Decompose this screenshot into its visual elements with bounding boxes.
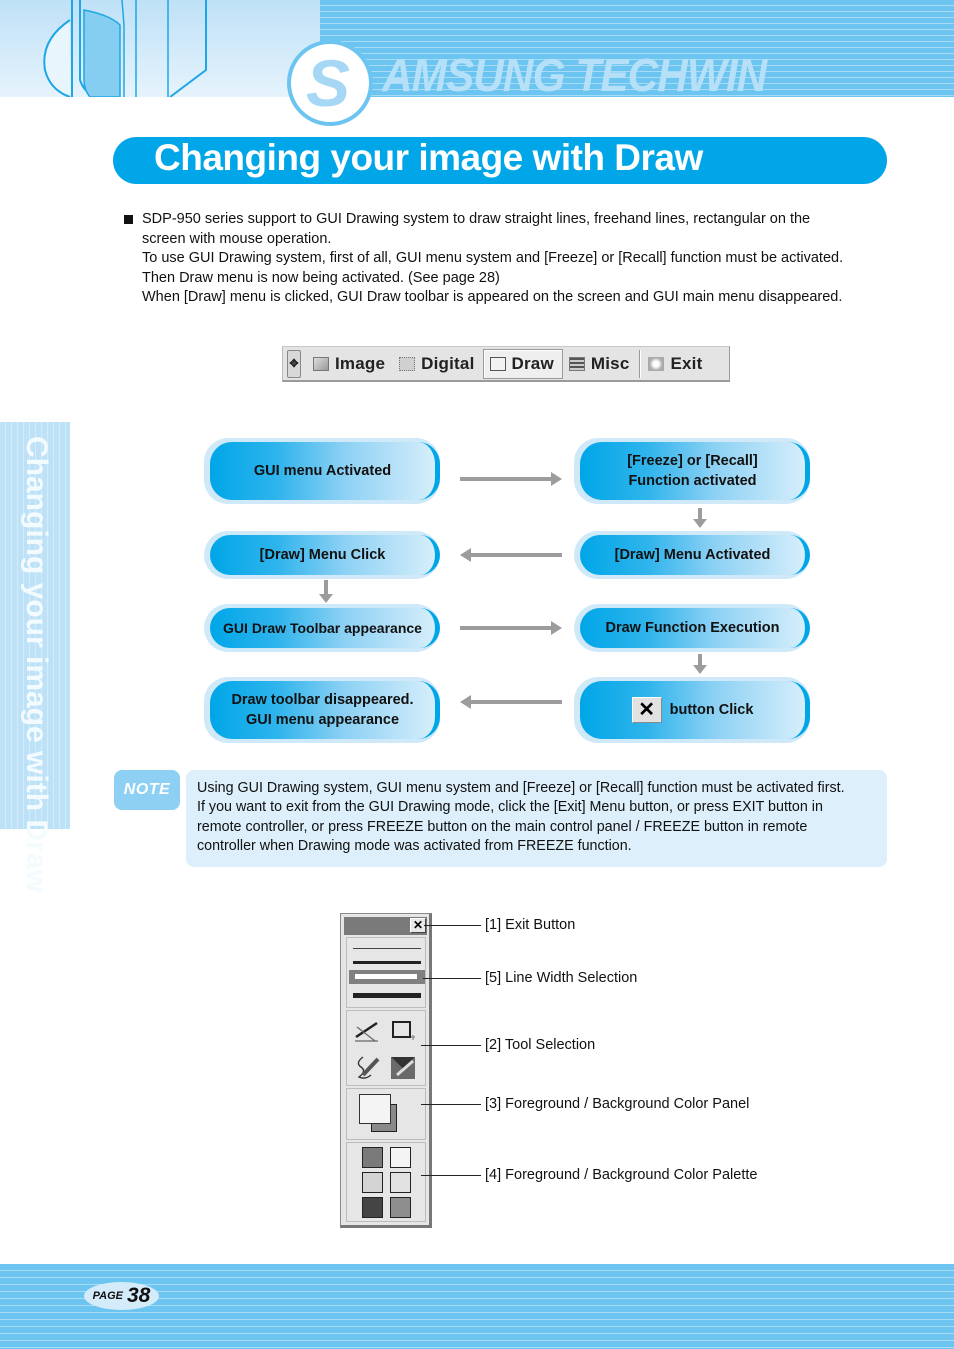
flow-step-x-button-click: ✕ button Click bbox=[574, 677, 810, 743]
flow-step-draw-toolbar-disappeared: Draw toolbar disappeared. GUI menu appea… bbox=[204, 677, 440, 743]
callout-line bbox=[421, 1175, 481, 1176]
flow-arrow-right bbox=[460, 472, 562, 486]
palette-swatch[interactable] bbox=[362, 1147, 383, 1168]
menu-item-image[interactable]: Image bbox=[307, 349, 393, 379]
flow-arrow-down bbox=[693, 508, 707, 528]
callout-exit-button: [1] Exit Button bbox=[485, 917, 576, 933]
foreground-color-swatch[interactable] bbox=[359, 1094, 391, 1124]
eraser-tool-icon[interactable] bbox=[389, 1053, 417, 1081]
menu-item-draw[interactable]: Draw bbox=[482, 348, 563, 379]
header-art-panel bbox=[0, 0, 322, 97]
line-width-medium[interactable] bbox=[353, 961, 421, 964]
flow-step-draw-menu-activated: [Draw] Menu Activated bbox=[574, 531, 810, 579]
callout-color-palette: [4] Foreground / Background Color Palett… bbox=[485, 1167, 758, 1183]
color-palette-section bbox=[346, 1142, 426, 1222]
camera-illustration-icon bbox=[43, 0, 207, 97]
flow-step-draw-menu-click: [Draw] Menu Click bbox=[204, 531, 440, 579]
misc-icon bbox=[568, 356, 585, 371]
exit-icon bbox=[648, 356, 665, 371]
page-number-badge: PAGE 38 bbox=[84, 1282, 159, 1310]
note-line: remote controller, or press FREEZE butto… bbox=[197, 818, 808, 835]
flow-step-label: Function activated bbox=[628, 473, 757, 489]
flow-step-label: [Draw] Menu Activated bbox=[614, 547, 771, 563]
image-icon bbox=[313, 356, 329, 371]
line-width-section bbox=[346, 937, 426, 1008]
menu-item-label: Misc bbox=[590, 353, 630, 373]
note-line: Using GUI Drawing system, GUI menu syste… bbox=[197, 780, 845, 796]
intro-line: To use GUI Drawing system, first of all,… bbox=[142, 250, 844, 266]
callout-line bbox=[421, 1045, 481, 1046]
page-word: PAGE bbox=[92, 1290, 123, 1302]
rectangle-tool-icon[interactable] bbox=[389, 1017, 417, 1045]
palette-swatch[interactable] bbox=[390, 1147, 411, 1168]
menu-item-misc[interactable]: Misc bbox=[563, 349, 638, 379]
brand-name: AMSUNG TECHWIN bbox=[382, 49, 767, 101]
intro-line: SDP-950 series support to GUI Drawing sy… bbox=[142, 211, 811, 227]
flow-arrow-left bbox=[460, 548, 562, 562]
intro-line: When [Draw] menu is clicked, GUI Draw to… bbox=[142, 289, 843, 305]
callout-color-panel: [3] Foreground / Background Color Panel bbox=[485, 1096, 750, 1112]
note-badge: NOTE bbox=[114, 770, 180, 810]
callout-line bbox=[421, 1104, 481, 1105]
gui-draw-toolbar: ✕ bbox=[340, 913, 432, 1228]
callout-tool-selection: [2] Tool Selection bbox=[485, 1037, 596, 1053]
side-tab-label: Changing your image with Draw bbox=[20, 436, 53, 893]
flow-step-gui-draw-toolbar-appearance: GUI Draw Toolbar appearance bbox=[204, 604, 440, 652]
palette-swatch[interactable] bbox=[362, 1172, 383, 1193]
line-width-selected[interactable] bbox=[349, 970, 425, 984]
gui-menu-bar: ✥ Image Digital Draw Misc Exit bbox=[282, 346, 730, 382]
note-line: If you want to exit from the GUI Drawing… bbox=[197, 799, 823, 816]
menu-item-label: Digital bbox=[421, 353, 475, 373]
callout-line bbox=[423, 978, 481, 979]
menu-item-label: Exit bbox=[670, 353, 703, 373]
flow-arrow-left bbox=[460, 695, 562, 709]
callout-line-width-selection: [5] Line Width Selection bbox=[485, 970, 638, 986]
close-x-icon: ✕ bbox=[631, 697, 662, 723]
page-title: Changing your image with Draw bbox=[154, 137, 703, 178]
digital-icon bbox=[399, 356, 416, 371]
move-handle-icon[interactable]: ✥ bbox=[287, 349, 301, 378]
palette-swatch[interactable] bbox=[390, 1197, 411, 1218]
flow-step-draw-function-execution: Draw Function Execution bbox=[574, 604, 810, 652]
line-tool-icon[interactable] bbox=[353, 1017, 381, 1045]
toolbar-title-bar[interactable]: ✕ bbox=[344, 917, 427, 935]
intro-paragraph: SDP-950 series support to GUI Drawing sy… bbox=[124, 210, 904, 308]
note-box: Using GUI Drawing system, GUI menu syste… bbox=[186, 770, 887, 867]
flow-arrow-down bbox=[693, 654, 707, 674]
flow-step-label: [Freeze] or [Recall] bbox=[627, 453, 758, 469]
flow-arrow-down bbox=[319, 580, 333, 603]
flow-step-label: Draw toolbar disappeared. bbox=[231, 692, 414, 708]
menu-item-label: Image bbox=[335, 353, 386, 373]
menu-separator bbox=[639, 349, 641, 378]
draw-icon bbox=[489, 356, 506, 371]
flow-step-gui-menu-activated: GUI menu Activated bbox=[204, 438, 440, 504]
tool-selection-section bbox=[346, 1010, 426, 1086]
flow-arrow-right bbox=[460, 621, 562, 635]
page-number: 38 bbox=[127, 1284, 151, 1307]
callout-line bbox=[424, 925, 481, 926]
menu-item-digital[interactable]: Digital bbox=[393, 349, 482, 379]
square-bullet-icon bbox=[124, 215, 133, 224]
flow-step-label: GUI Draw Toolbar appearance bbox=[223, 620, 422, 636]
freehand-tool-icon[interactable] bbox=[353, 1053, 381, 1081]
flow-step-freeze-recall-activated: [Freeze] or [Recall] Function activated bbox=[574, 438, 810, 504]
line-width-thin[interactable] bbox=[353, 948, 421, 949]
menu-item-exit[interactable]: Exit bbox=[642, 349, 710, 379]
line-width-thick[interactable] bbox=[353, 993, 421, 998]
flow-step-label: button Click bbox=[669, 702, 754, 718]
color-panel-section bbox=[346, 1088, 426, 1140]
note-line: controller when Drawing mode was activat… bbox=[197, 837, 632, 854]
flow-step-label: GUI menu Activated bbox=[253, 463, 392, 479]
flow-step-label: GUI menu appearance bbox=[245, 712, 400, 728]
menu-item-label: Draw bbox=[511, 353, 554, 373]
flow-step-label: [Draw] Menu Click bbox=[259, 547, 386, 563]
brand-initial: S bbox=[305, 46, 351, 120]
brand-logo-circle: S bbox=[287, 40, 373, 126]
flow-step-label: Draw Function Execution bbox=[605, 620, 780, 636]
palette-swatch[interactable] bbox=[390, 1172, 411, 1193]
palette-swatch[interactable] bbox=[362, 1197, 383, 1218]
intro-line: screen with mouse operation. bbox=[142, 230, 332, 247]
intro-line: Then Draw menu is now being activated. (… bbox=[142, 269, 500, 286]
